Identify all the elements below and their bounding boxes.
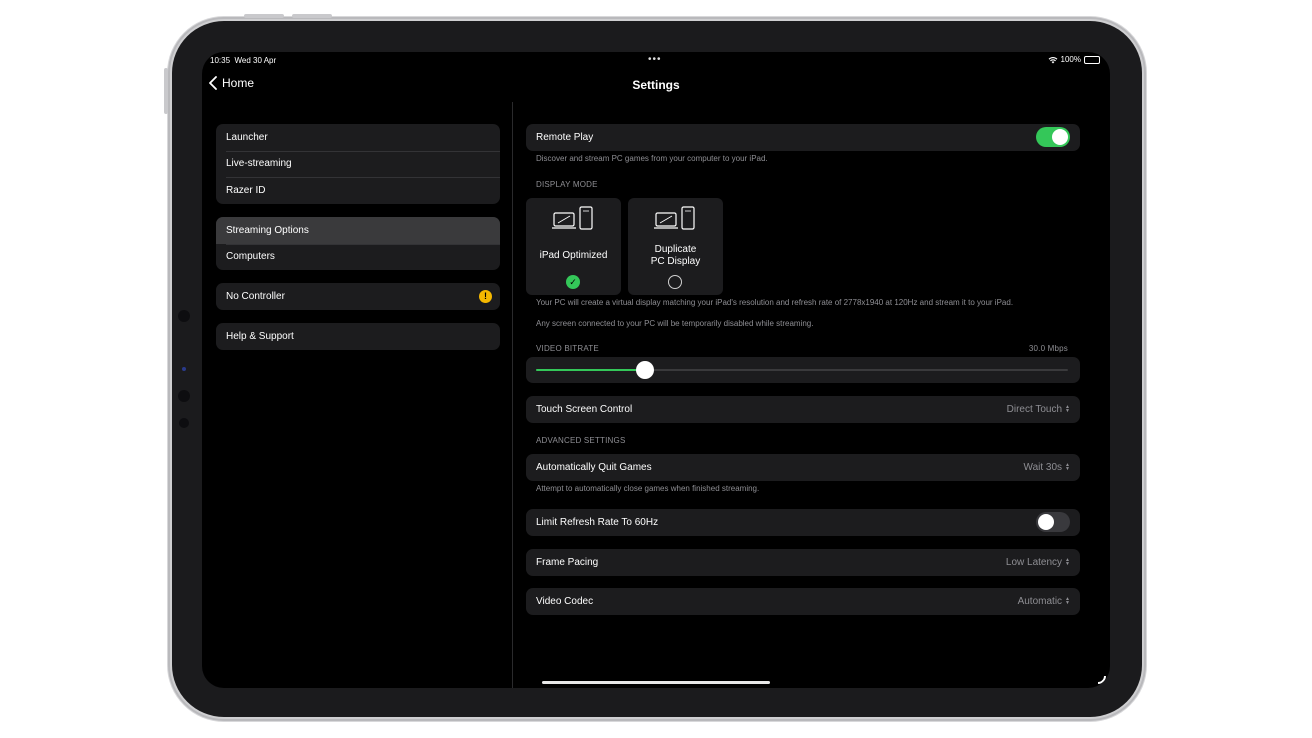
limit-refresh-row: Limit Refresh Rate To 60Hz: [526, 509, 1080, 536]
mode-duplicate-pc-display[interactable]: Duplicate PC Display: [628, 198, 723, 295]
sidebar-group-streaming: Streaming Options Computers: [216, 217, 500, 270]
chevron-updown-icon: ▲ ▼: [1065, 462, 1070, 473]
sidebar-item-launcher[interactable]: Launcher: [216, 124, 500, 151]
limit-refresh-toggle[interactable]: [1036, 512, 1070, 533]
sidebar-item-no-controller[interactable]: No Controller !: [216, 283, 500, 310]
sidebar-group-controller: No Controller !: [216, 283, 500, 310]
video-codec-card: Video Codec Automatic ▲ ▼: [526, 588, 1080, 615]
auto-quit-row[interactable]: Automatically Quit Games Wait 30s ▲ ▼: [526, 454, 1080, 481]
volume-up-button: [244, 14, 284, 18]
slider-fill: [536, 369, 646, 371]
sensor-icon: [179, 418, 189, 428]
remote-play-row: Remote Play: [526, 124, 1080, 151]
touch-control-value: Direct Touch ▲ ▼: [1006, 403, 1070, 415]
sidebar-item-razer-id[interactable]: Razer ID: [216, 177, 500, 204]
video-codec-label: Video Codec: [536, 595, 594, 607]
chevron-updown-icon: ▲ ▼: [1065, 557, 1070, 568]
frame-pacing-value: Low Latency ▲ ▼: [1005, 556, 1070, 568]
mode-ipad-optimized[interactable]: iPad Optimized ✓: [526, 198, 621, 295]
warning-icon: !: [479, 289, 492, 303]
status-bar: 10:35 Wed 30 Apr ••• 100%: [202, 52, 1110, 70]
sidebar-group-help: Help & Support: [216, 323, 500, 350]
sidebar-item-streaming-options[interactable]: Streaming Options: [216, 217, 500, 244]
display-mode-note-1: Your PC will create a virtual display ma…: [536, 298, 1014, 307]
touch-control-card: Touch Screen Control Direct Touch ▲ ▼: [526, 396, 1080, 423]
pc-display-icon: [654, 206, 695, 230]
checkmark-icon: ✓: [566, 275, 580, 289]
video-bitrate-slider[interactable]: [526, 357, 1080, 383]
auto-quit-card: Automatically Quit Games Wait 30s ▲ ▼: [526, 454, 1080, 481]
video-bitrate-header: VIDEO BITRATE: [536, 344, 599, 353]
mode-duplicate-label: Duplicate PC Display: [650, 244, 701, 267]
remote-play-toggle[interactable]: [1036, 127, 1070, 148]
split-divider: [512, 102, 513, 688]
sidebar-item-computers[interactable]: Computers: [216, 243, 500, 271]
status-time: 10:35 Wed 30 Apr: [210, 56, 277, 65]
radio-empty-icon: [668, 275, 682, 289]
mode-ipad-optimized-label: iPad Optimized: [539, 250, 608, 261]
video-bitrate-value: 30.0 Mbps: [1028, 344, 1068, 353]
sensor-icon: [178, 390, 190, 402]
slider-track: [536, 369, 1068, 371]
sidebar-group-account: Launcher Live-streaming Razer ID: [216, 124, 500, 204]
power-button: [164, 68, 168, 114]
multitasking-dots-icon[interactable]: •••: [648, 54, 662, 65]
touch-control-row[interactable]: Touch Screen Control Direct Touch ▲ ▼: [526, 396, 1080, 423]
toggle-knob: [1038, 514, 1054, 531]
wifi-icon: [1048, 56, 1057, 63]
display-mode-header: DISPLAY MODE: [536, 180, 598, 189]
display-mode-note-2: Any screen connected to your PC will be …: [536, 319, 814, 328]
home-indicator[interactable]: [542, 681, 770, 684]
limit-refresh-card: Limit Refresh Rate To 60Hz: [526, 509, 1080, 536]
ipad-screen: 10:35 Wed 30 Apr ••• 100% Home Settings …: [202, 52, 1110, 688]
auto-quit-value: Wait 30s ▲ ▼: [1023, 461, 1070, 473]
advanced-settings-header: ADVANCED SETTINGS: [536, 436, 626, 445]
battery-percent: 100%: [1060, 55, 1081, 64]
slider-thumb[interactable]: [636, 361, 655, 379]
battery-icon: [1084, 55, 1100, 64]
video-codec-value: Automatic ▲ ▼: [1017, 595, 1070, 607]
frame-pacing-label: Frame Pacing: [536, 556, 599, 568]
camera-icon: [178, 310, 190, 322]
auto-quit-description: Attempt to automatically close games whe…: [536, 484, 760, 493]
video-codec-row[interactable]: Video Codec Automatic ▲ ▼: [526, 588, 1080, 615]
ipad-display-icon: [552, 206, 593, 230]
touch-control-label: Touch Screen Control: [536, 403, 633, 415]
status-right: 100%: [1048, 55, 1100, 64]
limit-refresh-label: Limit Refresh Rate To 60Hz: [536, 516, 659, 528]
page-title: Settings: [632, 78, 680, 92]
chevron-updown-icon: ▲ ▼: [1065, 404, 1070, 415]
sidebar-item-live-streaming[interactable]: Live-streaming: [216, 150, 500, 178]
remote-play-label: Remote Play: [536, 131, 594, 143]
remote-play-card: Remote Play: [526, 124, 1080, 151]
remote-play-description: Discover and stream PC games from your c…: [536, 154, 768, 163]
volume-down-button: [292, 14, 332, 18]
chevron-updown-icon: ▲ ▼: [1065, 596, 1070, 607]
camera-lens-icon: [182, 367, 186, 371]
frame-pacing-row[interactable]: Frame Pacing Low Latency ▲ ▼: [526, 549, 1080, 576]
frame-pacing-card: Frame Pacing Low Latency ▲ ▼: [526, 549, 1080, 576]
sidebar-item-help-support[interactable]: Help & Support: [216, 323, 500, 350]
auto-quit-label: Automatically Quit Games: [536, 461, 652, 473]
toggle-knob: [1052, 129, 1068, 146]
